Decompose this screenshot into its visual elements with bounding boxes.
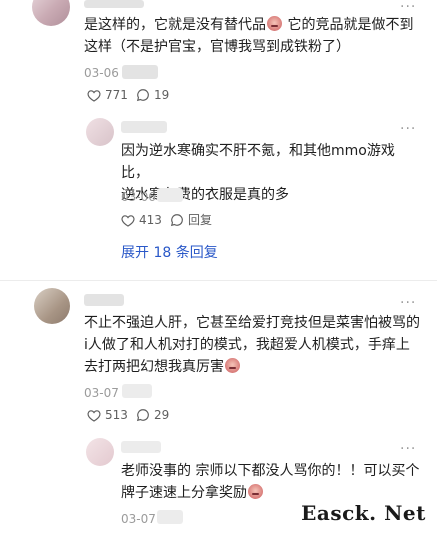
comment-text-part: 这样（不是护官宝，官博我骂到成铁粉了） <box>84 39 350 55</box>
reply-count: 19 <box>154 88 170 102</box>
emoji-icon <box>225 358 240 373</box>
comment-text: 是这样的，它就是没有替代品 它的竞品就是做不到 这样（不是护官宝，官博我骂到成铁… <box>84 14 424 58</box>
location-blurred <box>122 384 152 398</box>
comment-text-line: 去打两把幻想我真厉害 <box>84 359 224 375</box>
username-blurred <box>121 121 167 133</box>
reply-button[interactable]: 29 <box>136 408 169 422</box>
date-text: 03-06 <box>84 66 119 80</box>
reply-date: 03-07 <box>121 512 156 526</box>
watermark-text: Easck. Net <box>301 501 426 525</box>
more-options-icon[interactable]: ··· <box>400 442 416 456</box>
reply-date: 03-06 <box>121 190 156 204</box>
avatar[interactable] <box>32 0 70 26</box>
location-blurred <box>122 65 158 79</box>
location-blurred <box>157 188 183 202</box>
date-text: 03-07 <box>84 386 119 400</box>
watermark: Easck. Net <box>296 496 431 530</box>
emoji-icon <box>248 484 263 499</box>
username-blurred <box>121 441 161 453</box>
comment-text-line: 不止不强迫人肝，它甚至给爱打竞技但是菜害怕被骂的 <box>84 315 420 331</box>
comment-date: 03-07 <box>84 386 119 400</box>
heart-icon <box>87 89 101 102</box>
username-blurred <box>84 0 144 8</box>
divider <box>0 280 437 281</box>
comment-icon <box>136 409 149 422</box>
avatar[interactable] <box>86 438 114 466</box>
reply-text-line: 牌子速速上分拿奖励 <box>121 485 247 501</box>
comment-text-part: 它的竞品就是做不到 <box>287 17 414 33</box>
comment-date: 03-06 <box>84 66 119 80</box>
comment-icon <box>170 214 183 227</box>
more-options-icon[interactable]: ··· <box>400 296 416 310</box>
like-button[interactable]: 513 <box>87 408 128 422</box>
expand-replies-link[interactable]: 展开 18 条回复 <box>121 242 218 262</box>
like-button[interactable]: 413 <box>121 213 162 227</box>
date-text: 03-06 <box>121 190 156 204</box>
emoji-icon <box>267 16 282 31</box>
date-text: 03-07 <box>121 512 156 526</box>
heart-icon <box>121 214 135 227</box>
username-blurred <box>84 294 124 306</box>
more-options-icon[interactable]: ··· <box>400 122 416 136</box>
reply-text-line: 因为逆水寒确实不肝不氪，和其他mmo游戏比， <box>121 143 395 181</box>
like-button[interactable]: 771 <box>87 88 128 102</box>
reply-label: 回复 <box>188 213 213 227</box>
comment-icon <box>136 89 149 102</box>
like-count: 513 <box>105 408 128 422</box>
reply-button[interactable]: 19 <box>136 88 169 102</box>
reply-button[interactable]: 回复 <box>170 213 212 227</box>
comment-text-part: 是这样的，它就是没有替代品 <box>84 17 266 33</box>
comment-text: 不止不强迫人肝，它甚至给爱打竞技但是菜害怕被骂的 i人做了和人机对打的模式，我超… <box>84 312 429 378</box>
avatar[interactable] <box>86 118 114 146</box>
more-options-icon[interactable]: ··· <box>400 0 416 14</box>
reply-text-line: 老师没事的 宗师以下都没人骂你的！！可以买个 <box>121 463 420 479</box>
comment-text-line: i人做了和人机对打的模式，我超爱人机模式，手痒上 <box>84 337 410 353</box>
avatar[interactable] <box>34 288 70 324</box>
heart-icon <box>87 409 101 422</box>
like-count: 413 <box>139 213 162 227</box>
reply-count: 29 <box>154 408 170 422</box>
like-count: 771 <box>105 88 128 102</box>
location-blurred <box>157 510 183 524</box>
